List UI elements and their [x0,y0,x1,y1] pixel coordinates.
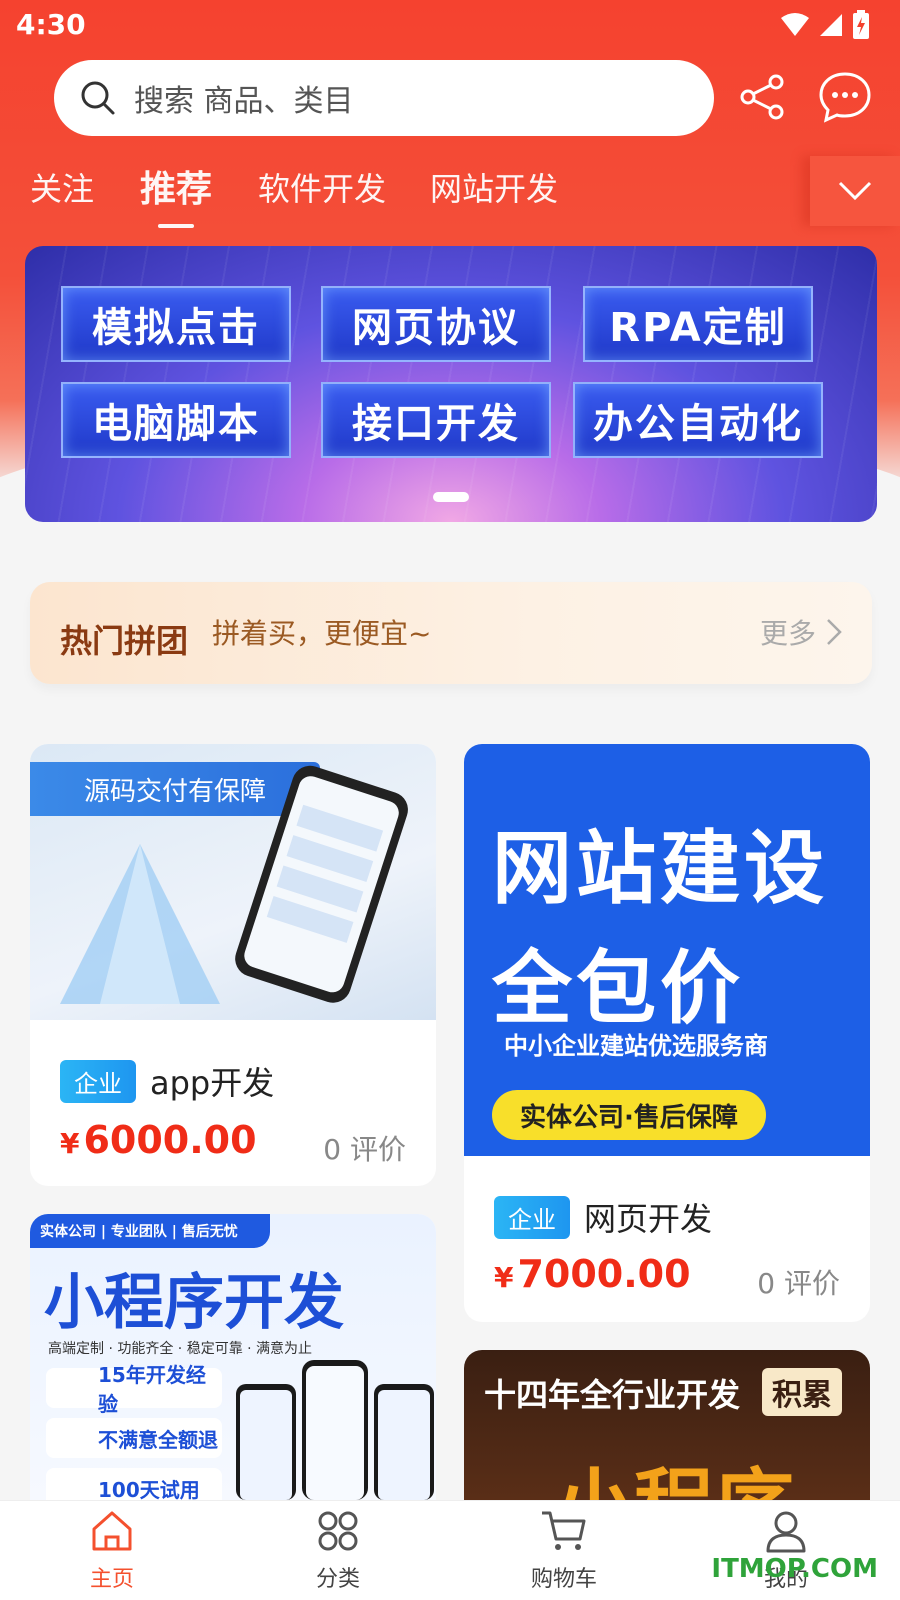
nav-cart[interactable]: 购物车 [504,1509,624,1593]
image-caption: 实体公司 | 专业团队 | 售后无忧 [30,1214,270,1248]
search-placeholder: 搜索 商品、类目 [134,84,354,119]
message-icon[interactable] [818,70,872,124]
status-bar: 4:30 [0,0,900,50]
product-title: 网页开发 [584,1200,713,1238]
image-feature: 15年开发经验 [46,1363,222,1416]
image-subheadline: 小程序 [554,1442,794,1500]
banner-cell: 办公自动化 [573,382,823,458]
tab-follow[interactable]: 关注 [30,164,94,210]
status-icons [780,10,870,40]
wifi-icon [781,13,809,36]
product-price: ¥6000.00 [60,1118,257,1162]
watermark: ITMOP.COM [711,1554,878,1584]
tab-website-dev[interactable]: 网站开发 [430,164,558,210]
signal-icon [820,14,842,36]
banner-cell: 接口开发 [321,382,551,458]
banner-indicator [433,492,469,502]
promo-banner[interactable]: 模拟点击 网页协议 RPA定制 电脑脚本 接口开发 办公自动化 [25,246,877,522]
enterprise-tag: 企业 [60,1059,136,1103]
tabs-expand-button[interactable] [810,156,900,226]
product-reviews: 0 评价 [757,1267,840,1300]
product-title: app开发 [150,1064,275,1102]
tab-software-dev[interactable]: 软件开发 [258,164,386,210]
phone-image [235,765,408,1003]
nav-home[interactable]: 主页 [52,1509,172,1593]
product-title-row: 企业 app开发 [60,1058,274,1104]
chevron-right-icon [827,619,842,645]
currency-symbol: ¥ [60,1127,80,1160]
user-icon [766,1511,806,1553]
nav-label: 主页 [89,1567,134,1592]
pyramid-image [60,844,220,1004]
nav-label: 分类 [315,1567,360,1592]
image-subheadline: 全包价 [492,942,744,1035]
banner-cell: 网页协议 [321,286,551,362]
image-badge: 积累 [762,1368,842,1416]
product-image: 十四年全行业开发 积累 小程序 [464,1350,870,1500]
product-image: 网站建设 全包价 中小企业建站优选服务商 实体公司·售后保障 [464,744,870,1156]
image-feature: 不满意全额退 [46,1418,222,1458]
image-caption: 中小企业建站优选服务商 [504,1032,768,1060]
phones-image [236,1360,434,1500]
bottom-navigation: 主页 分类 购物车 我的 [0,1500,900,1600]
share-icon[interactable] [738,72,788,122]
battery-icon [853,10,869,39]
image-headline: 小程序开发 [44,1268,344,1338]
enterprise-tag: 企业 [494,1195,570,1239]
product-reviews: 0 评价 [323,1133,406,1166]
image-headline: 网站建设 [492,822,828,915]
group-buy-more-link[interactable]: 更多 [760,612,842,652]
product-card[interactable]: 实体公司 | 专业团队 | 售后无忧 小程序开发 高端定制 · 功能齐全 · 稳… [30,1214,436,1500]
nav-label: 购物车 [530,1567,597,1592]
tab-recommend[interactable]: 推荐 [140,160,212,228]
banner-cell: RPA定制 [583,286,813,362]
chevron-down-icon [838,181,872,201]
category-tabs: 关注 推荐 软件开发 网站开发 [0,156,900,228]
currency-symbol: ¥ [494,1261,514,1294]
image-headline: 十四年全行业开发 [484,1376,741,1414]
image-badge: 实体公司·售后保障 [492,1090,766,1140]
cart-icon [542,1511,586,1550]
banner-cell: 模拟点击 [61,286,291,362]
price-value: 7000.00 [517,1252,691,1296]
search-row: 搜索 商品、类目 [0,58,900,138]
group-buy-bar[interactable]: 热门拼团 拼着买，更便宜~ 更多 [30,582,872,684]
price-value: 6000.00 [83,1118,257,1162]
search-input[interactable]: 搜索 商品、类目 [54,60,714,136]
product-price: ¥7000.00 [494,1252,691,1296]
product-title-row: 企业 网页开发 [494,1194,712,1240]
status-time: 4:30 [16,8,86,41]
banner-cell: 电脑脚本 [61,382,291,458]
home-icon [92,1511,132,1551]
product-card[interactable]: 网站建设 全包价 中小企业建站优选服务商 实体公司·售后保障 企业 网页开发 ¥… [464,744,870,1322]
product-card[interactable]: 十四年全行业开发 积累 小程序 [464,1350,870,1500]
product-card[interactable]: 源码交付有保障 企业 app开发 ¥6000.00 0 评价 [30,744,436,1186]
search-icon [81,81,115,115]
more-label: 更多 [759,617,816,650]
nav-category[interactable]: 分类 [278,1509,398,1593]
category-icon [318,1511,358,1551]
group-buy-title: 热门拼团 [60,622,189,660]
product-image: 源码交付有保障 [30,744,436,1020]
image-feature: 100天试用 [46,1468,222,1500]
product-image: 实体公司 | 专业团队 | 售后无忧 小程序开发 高端定制 · 功能齐全 · 稳… [30,1214,436,1500]
group-buy-subtitle: 拼着买，更便宜~ [212,617,432,650]
